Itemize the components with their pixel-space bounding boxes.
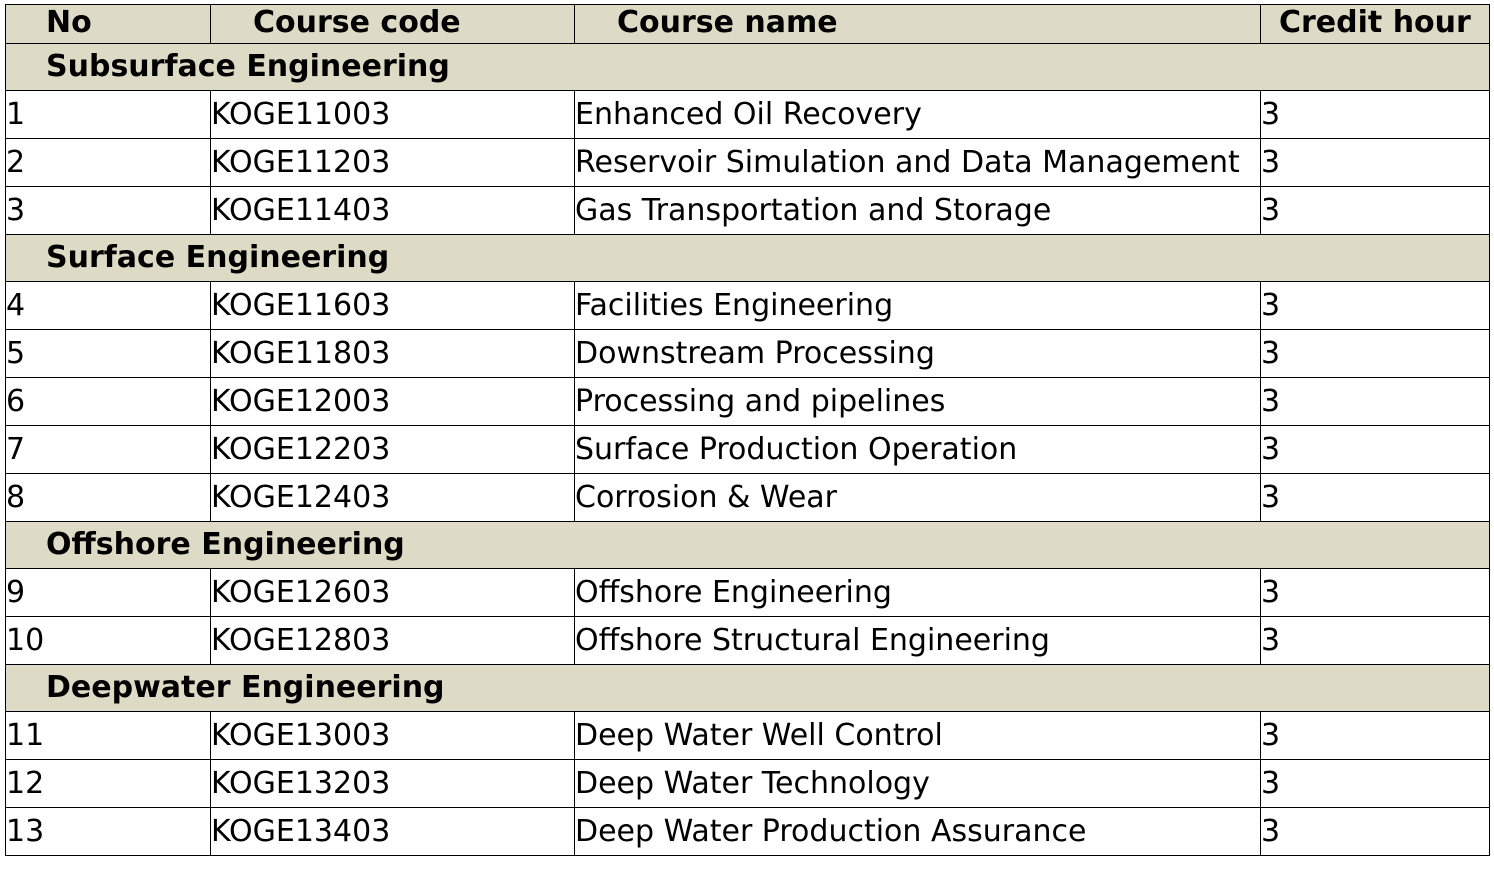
row-no: 9 — [5, 568, 211, 617]
group-title: Deepwater Engineering — [5, 664, 1490, 712]
header-course-code: Course code — [210, 4, 575, 44]
table-row: 4 KOGE11603 Facilities Engineering 3 — [5, 281, 1490, 330]
table-row: 2 KOGE11203 Reservoir Simulation and Dat… — [5, 138, 1490, 187]
row-credit-hour: 3 — [1260, 329, 1490, 378]
table-row: 12 KOGE13203 Deep Water Technology 3 — [5, 759, 1490, 808]
header-credit-hour: Credit hour — [1260, 4, 1490, 44]
row-course-name: Corrosion & Wear — [574, 473, 1261, 522]
row-credit-hour: 3 — [1260, 759, 1490, 808]
table-row: 11 KOGE13003 Deep Water Well Control 3 — [5, 711, 1490, 760]
group-row-deepwater: Deepwater Engineering — [5, 664, 1490, 712]
row-course-name: Facilities Engineering — [574, 281, 1261, 330]
table-row: 1 KOGE11003 Enhanced Oil Recovery 3 — [5, 90, 1490, 139]
header-row: No Course code Course name Credit hour — [5, 4, 1490, 44]
row-course-code: KOGE11803 — [210, 329, 575, 378]
header-course-name: Course name — [574, 4, 1261, 44]
row-course-name: Offshore Engineering — [574, 568, 1261, 617]
row-credit-hour: 3 — [1260, 711, 1490, 760]
table-row: 8 KOGE12403 Corrosion & Wear 3 — [5, 473, 1490, 522]
row-course-code: KOGE12003 — [210, 377, 575, 426]
row-no: 1 — [5, 90, 211, 139]
row-no: 11 — [5, 711, 211, 760]
group-row-surface: Surface Engineering — [5, 234, 1490, 282]
row-course-name: Deep Water Technology — [574, 759, 1261, 808]
row-no: 2 — [5, 138, 211, 187]
row-no: 10 — [5, 616, 211, 665]
row-no: 12 — [5, 759, 211, 808]
row-credit-hour: 3 — [1260, 807, 1490, 856]
row-course-code: KOGE11003 — [210, 90, 575, 139]
row-course-code: KOGE12203 — [210, 425, 575, 474]
row-course-code: KOGE11603 — [210, 281, 575, 330]
table-row: 7 KOGE12203 Surface Production Operation… — [5, 425, 1490, 474]
row-no: 6 — [5, 377, 211, 426]
group-title: Subsurface Engineering — [5, 43, 1490, 91]
row-course-code: KOGE12403 — [210, 473, 575, 522]
row-credit-hour: 3 — [1260, 186, 1490, 235]
row-course-name: Downstream Processing — [574, 329, 1261, 378]
table-row: 6 KOGE12003 Processing and pipelines 3 — [5, 377, 1490, 426]
row-no: 3 — [5, 186, 211, 235]
row-course-name: Reservoir Simulation and Data Management — [574, 138, 1261, 187]
row-no: 7 — [5, 425, 211, 474]
row-course-code: KOGE12803 — [210, 616, 575, 665]
row-course-code: KOGE11403 — [210, 186, 575, 235]
row-course-name: Processing and pipelines — [574, 377, 1261, 426]
courses-table: No Course code Course name Credit hour S… — [5, 4, 1490, 856]
table-row: 3 KOGE11403 Gas Transportation and Stora… — [5, 186, 1490, 235]
table-row: 9 KOGE12603 Offshore Engineering 3 — [5, 568, 1490, 617]
row-credit-hour: 3 — [1260, 616, 1490, 665]
row-credit-hour: 3 — [1260, 425, 1490, 474]
row-credit-hour: 3 — [1260, 568, 1490, 617]
row-credit-hour: 3 — [1260, 281, 1490, 330]
row-credit-hour: 3 — [1260, 377, 1490, 426]
header-no: No — [5, 4, 211, 44]
row-no: 13 — [5, 807, 211, 856]
row-credit-hour: 3 — [1260, 90, 1490, 139]
table-row: 10 KOGE12803 Offshore Structural Enginee… — [5, 616, 1490, 665]
row-credit-hour: 3 — [1260, 473, 1490, 522]
row-no: 4 — [5, 281, 211, 330]
row-credit-hour: 3 — [1260, 138, 1490, 187]
row-course-name: Deep Water Well Control — [574, 711, 1261, 760]
row-course-name: Deep Water Production Assurance — [574, 807, 1261, 856]
row-course-code: KOGE13203 — [210, 759, 575, 808]
row-course-code: KOGE13003 — [210, 711, 575, 760]
row-no: 8 — [5, 473, 211, 522]
row-course-code: KOGE11203 — [210, 138, 575, 187]
row-course-code: KOGE12603 — [210, 568, 575, 617]
table-row: 5 KOGE11803 Downstream Processing 3 — [5, 329, 1490, 378]
row-course-name: Gas Transportation and Storage — [574, 186, 1261, 235]
group-title: Surface Engineering — [5, 234, 1490, 282]
row-course-name: Surface Production Operation — [574, 425, 1261, 474]
group-row-offshore: Offshore Engineering — [5, 521, 1490, 569]
row-course-name: Enhanced Oil Recovery — [574, 90, 1261, 139]
row-course-code: KOGE13403 — [210, 807, 575, 856]
row-course-name: Offshore Structural Engineering — [574, 616, 1261, 665]
group-row-subsurface: Subsurface Engineering — [5, 43, 1490, 91]
group-title: Offshore Engineering — [5, 521, 1490, 569]
row-no: 5 — [5, 329, 211, 378]
table-row: 13 KOGE13403 Deep Water Production Assur… — [5, 807, 1490, 856]
